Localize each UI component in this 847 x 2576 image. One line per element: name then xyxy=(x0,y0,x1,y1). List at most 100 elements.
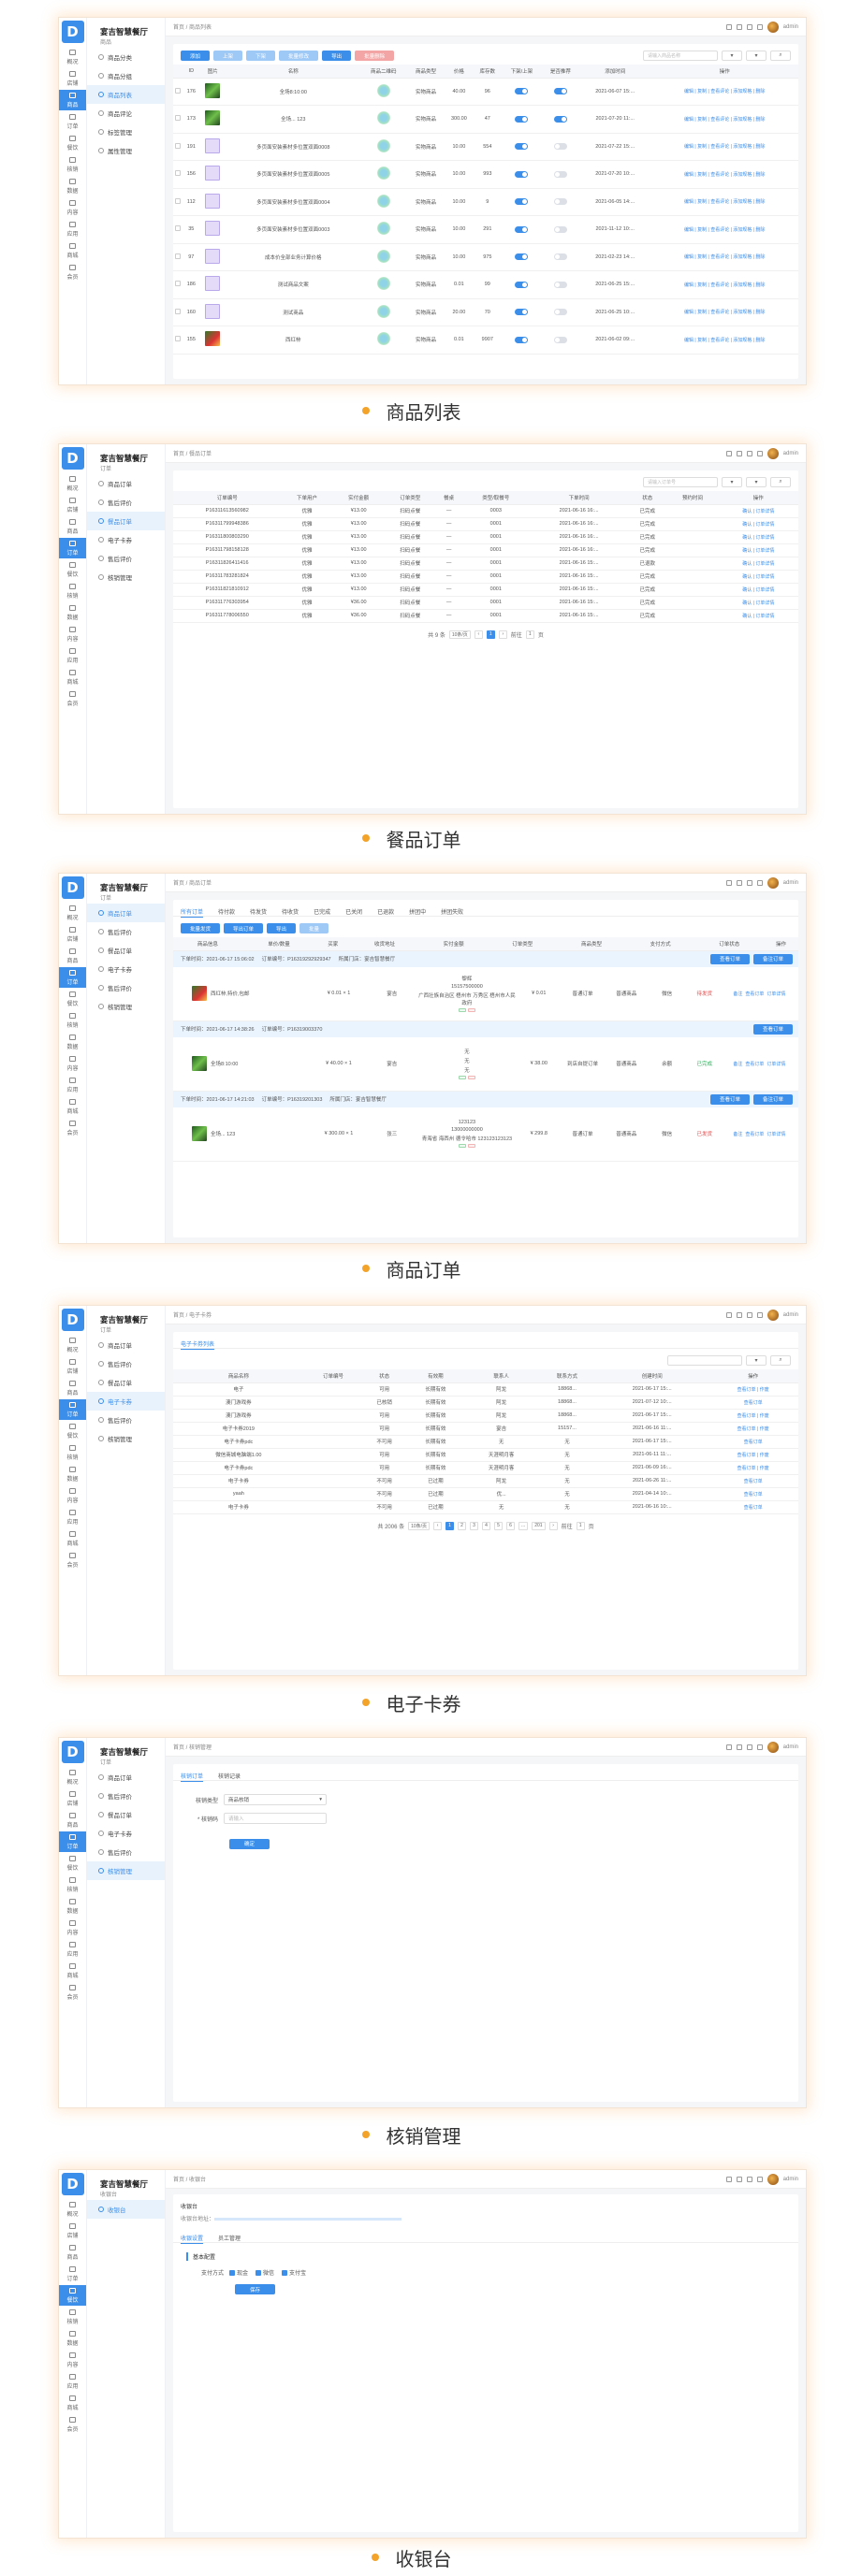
order-header-button[interactable]: 备注订单 xyxy=(752,1093,793,1105)
order-tab[interactable]: 待付款 xyxy=(218,907,235,918)
row-checkbox[interactable] xyxy=(175,253,182,259)
tab-cashier-settings[interactable]: 收银设置 xyxy=(181,2234,204,2244)
fullscreen-icon[interactable] xyxy=(746,879,752,886)
row-actions[interactable]: 查看订单 xyxy=(708,1500,798,1514)
sub-menu-item[interactable]: 餐品订单 xyxy=(87,1805,165,1824)
page-button[interactable]: 3 xyxy=(470,1521,479,1530)
page-size-select[interactable]: 10条/页 xyxy=(408,1521,431,1530)
order-header-button[interactable]: 查看订单 xyxy=(709,1093,750,1105)
row-actions[interactable]: 确认 | 订单详情 xyxy=(718,570,798,584)
recommend-toggle[interactable] xyxy=(553,88,567,95)
row-checkbox[interactable] xyxy=(175,115,182,122)
username[interactable]: admin xyxy=(783,2177,798,2182)
tab-coupon-list[interactable]: 电子卡券列表 xyxy=(181,1339,215,1350)
order-tab[interactable]: 拼团中 xyxy=(409,907,426,918)
bell-icon[interactable] xyxy=(756,1311,763,1318)
nav-item[interactable]: 数据 xyxy=(59,1032,86,1052)
sub-menu-item[interactable]: 电子卡券 xyxy=(87,530,165,549)
shelf-toggle[interactable] xyxy=(515,170,529,178)
refresh-icon[interactable] xyxy=(736,1744,742,1750)
nav-item[interactable]: 内容 xyxy=(59,1053,86,1074)
bell-icon[interactable] xyxy=(756,879,763,886)
nav-item[interactable]: 店铺 xyxy=(59,68,86,89)
fullscreen-icon[interactable] xyxy=(746,2176,752,2182)
nav-item[interactable]: 订单 xyxy=(59,111,86,132)
row-actions[interactable]: 编辑 | 复制 | 查看评论 | 添加规格 | 删除 xyxy=(650,133,798,161)
bell-icon[interactable] xyxy=(756,450,763,456)
nav-item[interactable]: 餐饮 xyxy=(59,1421,86,1441)
order-tab[interactable]: 待收货 xyxy=(282,907,299,918)
nav-item[interactable]: 商城 xyxy=(59,1096,86,1117)
pay-cash-option[interactable]: 现金 xyxy=(229,2268,248,2277)
row-actions[interactable]: 查看订单 xyxy=(708,1487,798,1501)
export-orders-button[interactable]: 导出订单 xyxy=(224,923,264,933)
nav-item[interactable]: 内容 xyxy=(59,2350,86,2370)
shelf-toggle[interactable] xyxy=(515,309,529,316)
shelf-toggle[interactable] xyxy=(515,336,529,343)
search-icon[interactable] xyxy=(725,1311,732,1318)
sub-menu-item[interactable]: 商品分组 xyxy=(87,66,165,85)
search-button[interactable]: ⌕ xyxy=(770,477,791,487)
avatar[interactable] xyxy=(767,876,779,889)
nav-item[interactable]: 核销 xyxy=(59,1874,86,1895)
nav-item[interactable]: 商品 xyxy=(59,946,86,966)
search-icon[interactable] xyxy=(725,1744,732,1750)
qr-code-icon[interactable] xyxy=(376,166,390,181)
nav-item[interactable]: 概况 xyxy=(59,473,86,494)
sub-menu-item[interactable]: 售后评价 xyxy=(87,1843,165,1861)
sub-menu-item[interactable]: 商品订单 xyxy=(87,904,165,922)
nav-item[interactable]: 内容 xyxy=(59,197,86,218)
nav-item[interactable]: 核销 xyxy=(59,1442,86,1463)
recommend-toggle[interactable] xyxy=(553,309,567,316)
nav-item[interactable]: 应用 xyxy=(59,645,86,666)
order-tab[interactable]: 已完成 xyxy=(314,907,330,918)
nav-item[interactable]: 核销 xyxy=(59,581,86,601)
sub-menu-item[interactable]: 核销管理 xyxy=(87,568,165,586)
row-actions[interactable]: 确认 | 订单详情 xyxy=(718,609,798,623)
row-checkbox[interactable] xyxy=(175,142,182,149)
recommend-toggle[interactable] xyxy=(553,198,567,206)
sub-menu-item[interactable]: 售后评价 xyxy=(87,493,165,512)
search-input[interactable]: 请输入商品名称 xyxy=(643,51,718,61)
row-actions[interactable]: 确认 | 订单详情 xyxy=(718,517,798,531)
nav-item[interactable]: 应用 xyxy=(59,1939,86,1960)
order-tab[interactable]: 待发货 xyxy=(250,907,267,918)
recommend-toggle[interactable] xyxy=(553,336,567,343)
sub-menu-item[interactable]: 属性管理 xyxy=(87,141,165,160)
nav-item[interactable]: 概况 xyxy=(59,903,86,923)
search-input[interactable]: 请输入订单号 xyxy=(643,477,718,487)
nav-item[interactable]: 店铺 xyxy=(59,1356,86,1377)
shelf-toggle[interactable] xyxy=(515,143,529,151)
nav-item[interactable]: 应用 xyxy=(59,1075,86,1095)
export-button[interactable]: 导出 xyxy=(267,923,297,933)
fullscreen-icon[interactable] xyxy=(746,1311,752,1318)
row-actions[interactable]: 编辑 | 复制 | 查看评论 | 添加规格 | 删除 xyxy=(650,270,798,299)
filter-select[interactable]: ▾ xyxy=(722,51,742,61)
order-tab[interactable]: 已退款 xyxy=(377,907,394,918)
export-button[interactable]: 导出 xyxy=(322,51,352,61)
order-action[interactable]: 备注 xyxy=(733,1062,742,1067)
row-checkbox[interactable] xyxy=(175,281,182,287)
sub-menu-item[interactable]: 商品订单 xyxy=(87,1768,165,1787)
nav-item[interactable]: 餐饮 xyxy=(59,1853,86,1874)
row-actions[interactable]: 编辑 | 复制 | 查看评论 | 添加规格 | 删除 xyxy=(650,105,798,134)
username[interactable]: admin xyxy=(783,880,798,886)
verify-code-input[interactable]: 请输入 xyxy=(224,1813,327,1824)
order-tab[interactable]: 所有订单 xyxy=(181,907,204,918)
nav-item[interactable]: 餐饮 xyxy=(59,989,86,1009)
save-button[interactable]: 保存 xyxy=(235,2284,276,2294)
qr-code-icon[interactable] xyxy=(376,111,390,125)
page-button[interactable]: 6 xyxy=(506,1521,516,1530)
refresh-icon[interactable] xyxy=(736,879,742,886)
fullscreen-icon[interactable] xyxy=(746,1744,752,1750)
qr-code-icon[interactable] xyxy=(376,332,390,346)
nav-item[interactable]: 概况 xyxy=(59,47,86,67)
nav-item[interactable]: 数据 xyxy=(59,1896,86,1917)
sub-menu-item[interactable]: 电子卡券 xyxy=(87,1824,165,1843)
next-page-button[interactable]: › xyxy=(498,630,507,639)
page-button[interactable]: ... xyxy=(518,1521,529,1530)
qr-code-icon[interactable] xyxy=(376,277,390,291)
nav-item[interactable]: 内容 xyxy=(59,1485,86,1506)
search-input[interactable] xyxy=(667,1355,742,1366)
search-icon[interactable] xyxy=(725,23,732,30)
